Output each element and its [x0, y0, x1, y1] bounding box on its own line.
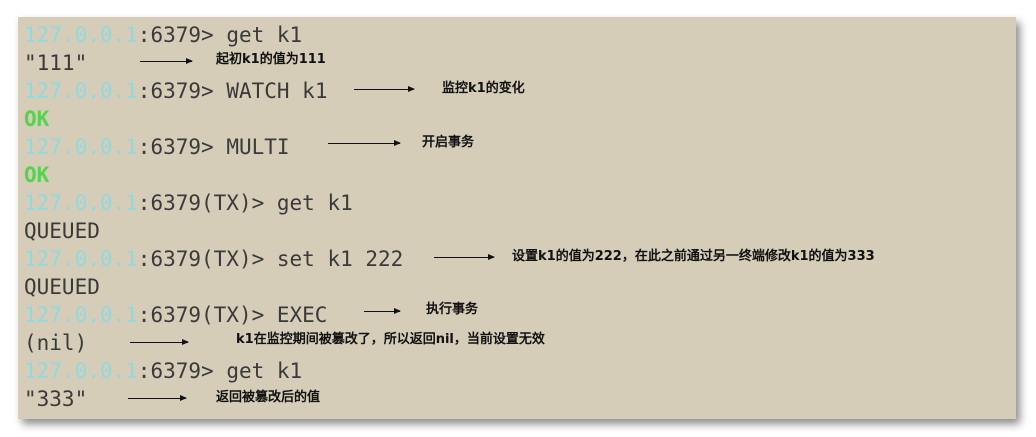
terminal-line-output: "111"	[24, 51, 88, 75]
host-ip: 127.0.0.1	[24, 247, 138, 271]
arrow-annotation	[140, 58, 193, 64]
terminal-line-ok: OK	[24, 107, 50, 131]
terminal-line-command: 127.0.0.1:6379> WATCH k1	[24, 77, 327, 105]
arrow-annotation	[130, 339, 189, 345]
annotation-note: 返回被篡改后的值	[216, 390, 321, 405]
host-ip: 127.0.0.1	[24, 23, 138, 47]
annotation-note: 监控k1的变化	[442, 81, 525, 96]
annotation-note: 开启事务	[422, 135, 475, 150]
prompt-port: :6379(TX)>	[137, 303, 277, 327]
command-text: WATCH k1	[226, 79, 328, 103]
command-text: EXEC	[276, 303, 328, 327]
host-ip: 127.0.0.1	[24, 191, 138, 215]
host-ip: 127.0.0.1	[24, 79, 138, 103]
command-text: MULTI	[226, 135, 290, 159]
prompt-port: :6379(TX)>	[137, 247, 277, 271]
prompt-port: :6379>	[137, 79, 227, 103]
command-text: get k1	[226, 23, 303, 47]
prompt-port: :6379>	[137, 135, 227, 159]
arrow-annotation	[354, 86, 415, 92]
annotation-note: 执行事务	[426, 302, 479, 317]
arrow-annotation	[434, 254, 495, 260]
terminal-window: 127.0.0.1:6379> get k1 "111" 127.0.0.1:6…	[18, 17, 1016, 419]
prompt-port: :6379>	[137, 359, 227, 383]
annotation-note: 设置k1的值为222，在此之前通过另一终端修改k1的值为333	[512, 249, 875, 264]
terminal-line-output: "333"	[24, 387, 88, 411]
terminal-line-command: 127.0.0.1:6379(TX)> set k1 222	[24, 245, 403, 273]
terminal-line-output: QUEUED	[24, 275, 100, 299]
annotation-note: k1在监控期间被篡改了，所以返回nil，当前设置无效	[236, 332, 545, 347]
terminal-line-ok: OK	[24, 163, 50, 187]
command-text: get k1	[276, 191, 353, 215]
terminal-line-command: 127.0.0.1:6379> get k1	[24, 357, 302, 385]
arrow-annotation	[364, 308, 401, 314]
command-text: get k1	[226, 359, 303, 383]
arrow-annotation	[128, 395, 187, 401]
prompt-port: :6379>	[137, 23, 227, 47]
arrow-annotation	[328, 140, 401, 146]
annotation-note: 起初k1的值为111	[216, 52, 326, 67]
terminal-line-command: 127.0.0.1:6379(TX)> get k1	[24, 189, 353, 217]
terminal-line-output: (nil)	[24, 331, 88, 355]
command-text: set k1 222	[276, 247, 404, 271]
terminal-line-command: 127.0.0.1:6379> MULTI	[24, 133, 290, 161]
host-ip: 127.0.0.1	[24, 135, 138, 159]
terminal-line-command: 127.0.0.1:6379(TX)> EXEC	[24, 301, 327, 329]
host-ip: 127.0.0.1	[24, 359, 138, 383]
prompt-port: :6379(TX)>	[137, 191, 277, 215]
terminal-line-output: QUEUED	[24, 219, 100, 243]
host-ip: 127.0.0.1	[24, 303, 138, 327]
terminal-line-command: 127.0.0.1:6379> get k1	[24, 21, 302, 49]
